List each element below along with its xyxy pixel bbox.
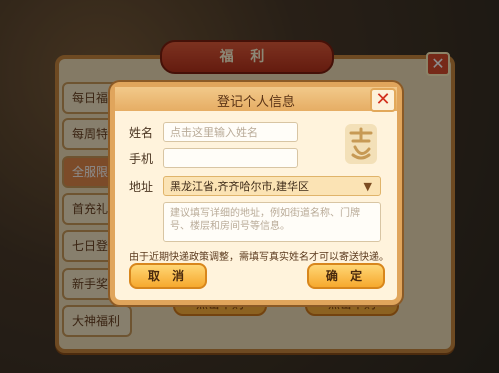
dream-logo-icon: [345, 124, 377, 164]
chevron-down-icon: ▼: [363, 180, 372, 193]
dialog-title: 登记个人信息: [216, 95, 295, 110]
phone-input[interactable]: [163, 148, 298, 168]
address-label: 地址: [129, 180, 154, 194]
address-select[interactable]: 黑龙江省,齐齐哈尔市,建华区 ▼: [163, 176, 381, 196]
cancel-button[interactable]: 取 消: [129, 263, 207, 289]
name-label: 姓名: [129, 126, 154, 140]
phone-label: 手机: [129, 152, 154, 166]
confirm-button[interactable]: 确 定: [307, 263, 385, 289]
address-value: 黑龙江省,齐齐哈尔市,建华区: [170, 180, 309, 193]
register-info-dialog: 登记个人信息 ✕ 姓名 点击这里输入姓名 手机 地址 黑龙江省,齐齐哈尔市,建华…: [110, 82, 402, 305]
notice-text: 由于近期快递政策调整，需填写真实姓名才可以寄送快递。: [129, 252, 389, 263]
close-icon[interactable]: ✕: [370, 88, 396, 112]
name-input[interactable]: 点击这里输入姓名: [163, 122, 298, 142]
address-detail-textarea[interactable]: 建议填写详细的地址，例如街道名称、门牌号、楼层和房间号等信息。: [163, 202, 381, 242]
